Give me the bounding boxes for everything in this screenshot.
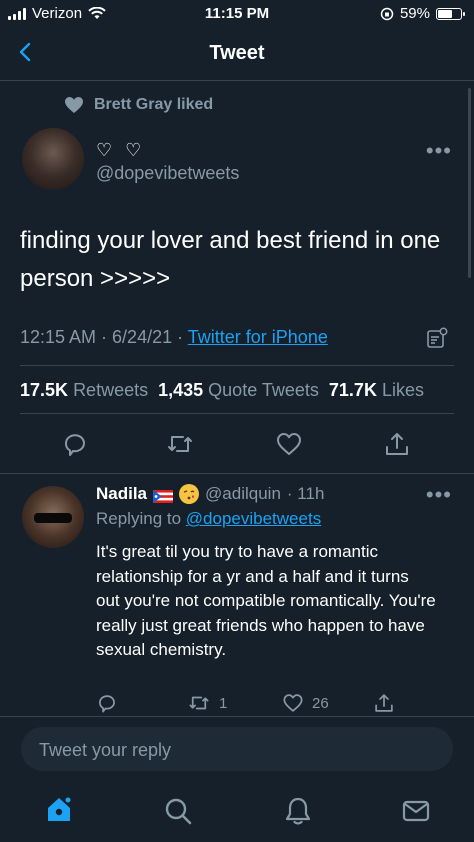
status-bar: Verizon 11:15 PM 59% [0,0,474,30]
reply-author-handle[interactable]: @adilquin [205,484,281,504]
tweet-actions [0,426,474,462]
replying-to-label: Replying to [96,509,182,528]
reply-author-name[interactable]: Nadila [96,484,147,504]
tweet-stats: 17.5K Retweets 1,435 Quote Tweets 71.7K … [20,380,424,401]
reply-retweet-button[interactable]: 1 [187,692,227,714]
reply-time: · 11h [286,484,325,503]
reply-more-icon[interactable]: ••• [426,482,452,508]
replying-to: Replying to @dopevibetweets [96,509,321,529]
reply-retweet-count: 1 [219,694,228,712]
like-icon[interactable] [275,430,303,458]
tweet-source-link[interactable]: Twitter for iPhone [188,327,328,347]
author-display-name[interactable]: ♡ ♡ [96,140,145,161]
social-context-text: Brett Gray liked [94,96,214,113]
top-bar: Tweet [0,30,474,81]
reply-icon [99,695,115,713]
reply-input[interactable] [37,727,441,773]
search-icon[interactable] [163,796,193,826]
puerto-rico-flag-icon [153,488,174,503]
replying-to-handle[interactable]: @dopevibetweets [186,509,321,528]
tweet-timestamp: 12:15 AM · 6/24/21 · [20,327,188,347]
battery-icon [436,7,465,20]
reply-like-button[interactable]: 26 [282,692,329,714]
share-icon [375,694,393,712]
notifications-icon[interactable] [283,796,313,826]
reply-composer[interactable] [21,727,453,773]
share-icon[interactable] [383,430,411,458]
reply-icon[interactable] [61,430,89,458]
heart-icon [65,97,83,113]
reply-header: Nadila @adilquin · 11h [96,484,324,504]
orientation-lock-icon [380,7,394,20]
reply-text: It's great til you try to have a romanti… [96,542,436,659]
messages-icon[interactable] [401,796,431,826]
author-handle[interactable]: @dopevibetweets [96,163,239,184]
analytics-icon[interactable] [426,327,448,349]
page-title: Tweet [209,42,265,64]
tweet-meta: 12:15 AM · 6/24/21 · Twitter for iPhone [20,327,328,348]
tab-bar [0,784,474,842]
likes-stat[interactable]: 71.7K Likes [329,380,424,401]
reply-share-button[interactable] [373,692,395,714]
like-icon [283,694,303,712]
status-right: 59% [380,5,465,22]
reply-like-count: 26 [312,694,329,712]
quotes-stat[interactable]: 1,435 Quote Tweets [158,380,319,401]
reply-reply-button[interactable] [96,692,118,714]
divider [0,716,474,717]
divider [20,365,454,366]
reply-actions: 1 26 [0,692,474,718]
author-avatar[interactable] [22,128,84,190]
home-icon[interactable] [44,794,74,824]
divider [20,413,454,414]
retweet-icon[interactable] [166,430,194,458]
social-context: Brett Gray liked [64,96,213,114]
retweets-stat[interactable]: 17.5K Retweets [20,380,148,401]
battery-percent: 59% [399,5,430,22]
more-icon[interactable]: ••• [426,138,452,164]
scrollbar[interactable] [468,88,471,278]
kissing-face-emoji-icon [179,484,200,504]
divider [0,473,474,474]
reply-author-avatar[interactable] [22,486,84,548]
tweet-text: finding your lover and best friend in on… [20,227,441,292]
retweet-icon [189,696,209,710]
